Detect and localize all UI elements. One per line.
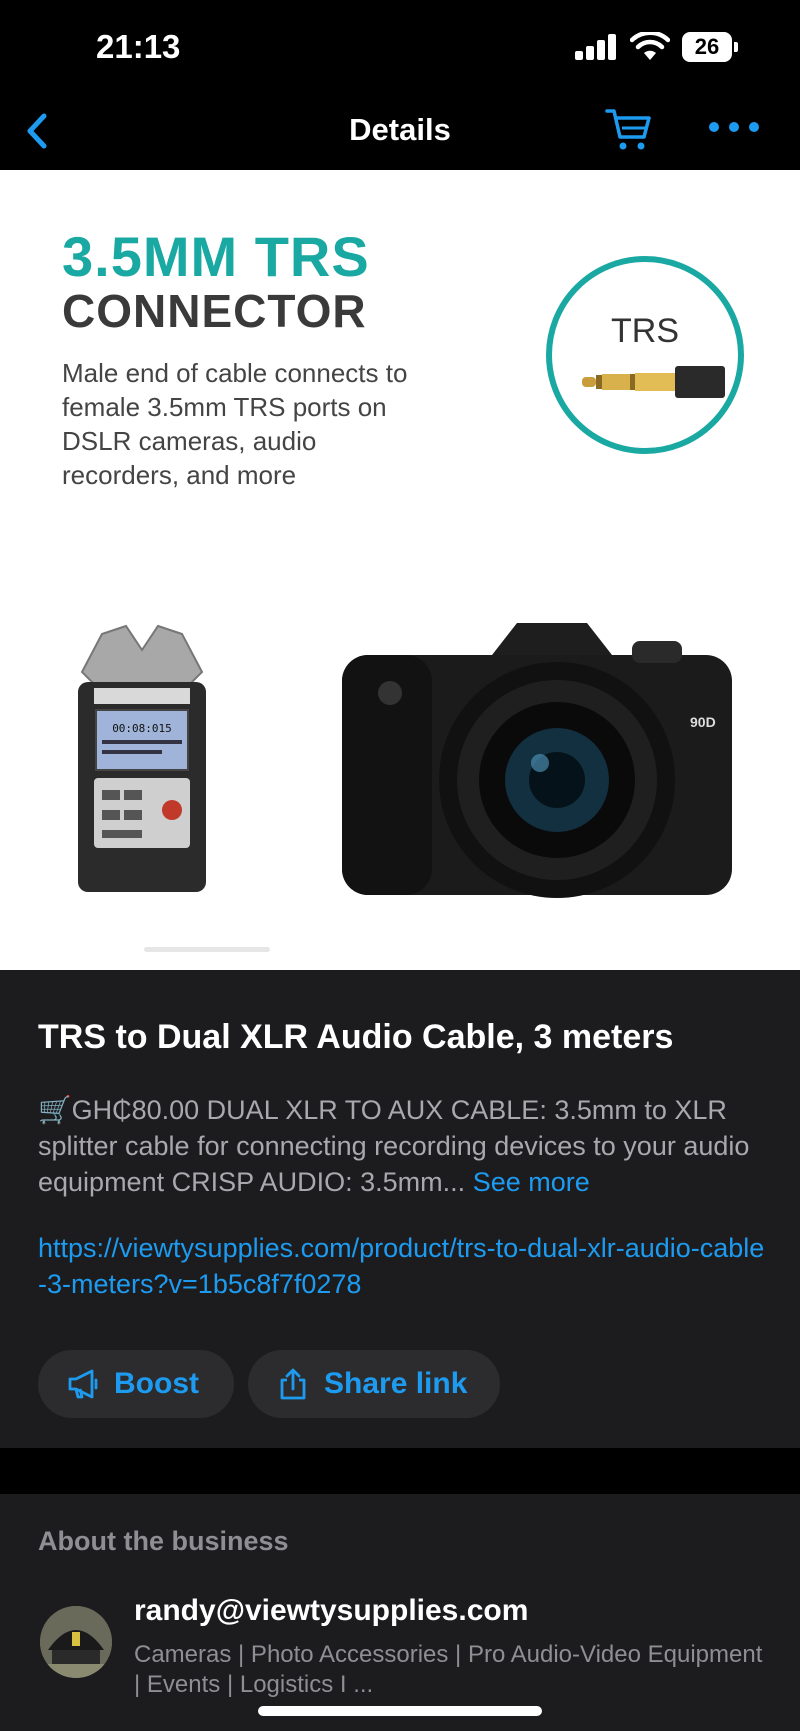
share-link-label: Share link (324, 1367, 468, 1400)
cart-icon[interactable] (604, 106, 654, 152)
status-bar: 21:13 26 (0, 0, 800, 96)
more-horizontal-icon[interactable] (706, 112, 762, 142)
image-page-indicator (144, 947, 270, 952)
battery-icon: 26 (682, 32, 738, 62)
share-link-button[interactable]: Share link (248, 1350, 500, 1418)
product-image[interactable]: 3.5MM TRS CONNECTOR Male end of cable co… (0, 170, 800, 970)
nav-bar: Details (0, 96, 800, 170)
business-avatar[interactable] (40, 1606, 112, 1678)
product-details: TRS to Dual XLR Audio Cable, 3 meters 🛒G… (0, 970, 800, 1448)
recorder-display: 00:08:015 (112, 722, 172, 735)
signal-icon (575, 34, 617, 60)
trs-connector-illustration: TRS (546, 256, 744, 454)
connector-label: TRS (611, 312, 679, 350)
business-description: Cameras | Photo Accessories | Pro Audio-… (134, 1641, 763, 1698)
product-description: 🛒GH₵80.00 DUAL XLR TO AUX CABLE: 3.5mm t… (38, 1092, 768, 1200)
product-title: TRS to Dual XLR Audio Cable, 3 meters (38, 1018, 674, 1056)
about-business-section: About the business randy@viewtysupplies.… (0, 1494, 800, 1731)
megaphone-icon (68, 1369, 98, 1399)
dslr-camera-image: 90D (342, 623, 732, 898)
see-more-link[interactable]: See more (473, 1167, 590, 1197)
plug-icon (582, 366, 725, 398)
image-subheadline: CONNECTOR (62, 285, 367, 337)
page-title: Details (349, 112, 451, 147)
about-heading: About the business (38, 1526, 289, 1556)
product-description-text: 🛒GH₵80.00 DUAL XLR TO AUX CABLE: 3.5mm t… (38, 1095, 750, 1197)
business-name[interactable]: randy@viewtysupplies.com (134, 1594, 528, 1628)
home-indicator[interactable] (258, 1706, 542, 1716)
product-link[interactable]: https://viewtysupplies.com/product/trs-t… (38, 1230, 768, 1302)
audio-recorder-image: 00:08:015 (78, 624, 206, 892)
image-headline: 3.5MM TRS (62, 225, 370, 288)
status-time: 21:13 (96, 28, 181, 65)
share-icon (280, 1368, 306, 1400)
camera-model-badge: 90D (690, 714, 716, 730)
business-logo-image (40, 1606, 112, 1678)
image-description: Male end of cable connects to female 3.5… (62, 358, 408, 490)
battery-level: 26 (694, 34, 720, 59)
boost-label: Boost (114, 1367, 199, 1400)
boost-button[interactable]: Boost (38, 1350, 234, 1418)
wifi-icon (630, 32, 670, 60)
